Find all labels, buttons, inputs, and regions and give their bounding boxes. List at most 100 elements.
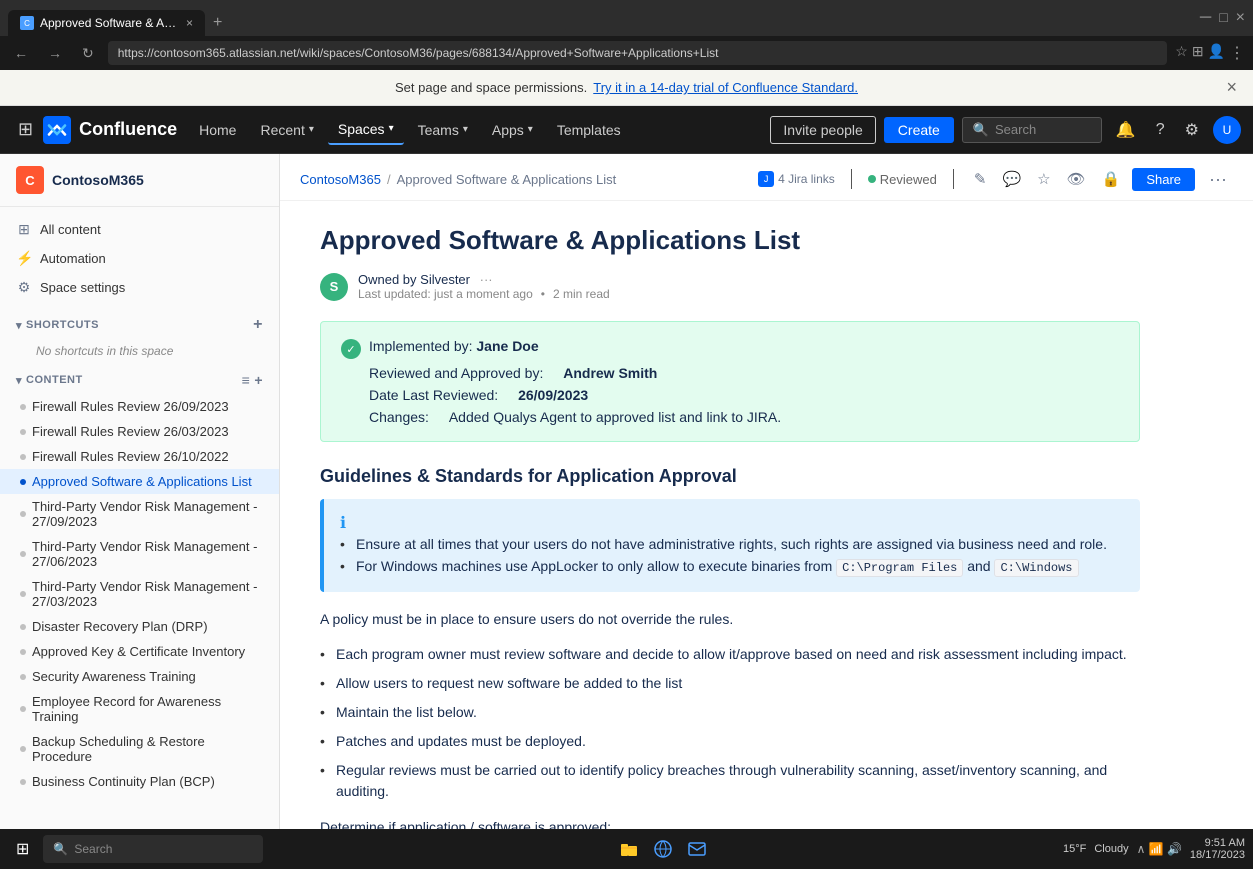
taskbar-browser[interactable] <box>647 833 679 865</box>
close-window-button[interactable]: × <box>1236 9 1245 27</box>
tree-item-backup-scheduling[interactable]: Backup Scheduling & Restore Procedure <box>0 729 279 769</box>
maximize-button[interactable]: □ <box>1219 9 1227 27</box>
info-box: ✓ Implemented by: Jane Doe Reviewed and … <box>320 321 1140 442</box>
content-label: CONTENT <box>26 374 83 386</box>
notification-close-button[interactable]: × <box>1226 77 1237 98</box>
tree-item-firewall-3[interactable]: Firewall Rules Review 26/10/2022 <box>0 444 279 469</box>
restriction-icon[interactable]: 🔒 <box>1098 166 1125 192</box>
jira-icon: J <box>758 171 774 187</box>
breadcrumb-current-page: Approved Software & Applications List <box>397 172 617 187</box>
content-add-icon[interactable]: + <box>254 372 263 388</box>
new-tab-button[interactable]: + <box>205 10 230 36</box>
breadcrumb-divider-2 <box>953 169 954 189</box>
nav-recent[interactable]: Recent ▾ <box>250 116 323 144</box>
content-toggle-icon[interactable]: ▾ <box>16 374 22 387</box>
author-meta: Last updated: just a moment ago • 2 min … <box>358 287 610 301</box>
nav-apps[interactable]: Apps ▾ <box>482 116 543 144</box>
tree-item-security-training[interactable]: Security Awareness Training <box>0 664 279 689</box>
nav-teams[interactable]: Teams ▾ <box>408 116 478 144</box>
tree-dot-active <box>20 479 26 485</box>
reviewed-by-label: Reviewed and Approved by: <box>369 365 543 381</box>
breadcrumb-separator: / <box>387 172 391 187</box>
watch-icon[interactable]: 👁 <box>1063 166 1090 192</box>
share-button[interactable]: Share <box>1132 168 1195 191</box>
tree-item-cert-inventory[interactable]: Approved Key & Certificate Inventory <box>0 639 279 664</box>
tree-item-vendor-2[interactable]: Third-Party Vendor Risk Management - 27/… <box>0 534 279 574</box>
clock-time: 9:51 AM <box>1190 837 1245 849</box>
sidebar: C ContosoM365 ⊞ All content ⚡ Automation… <box>0 154 280 829</box>
sidebar-item-space-settings[interactable]: ⚙ Space settings <box>0 273 279 302</box>
reviewed-dot <box>868 175 876 183</box>
jira-links[interactable]: J 4 Jira links <box>758 171 835 187</box>
tree-item-label: Approved Software & Applications List <box>32 474 252 489</box>
nav-spaces[interactable]: Spaces ▾ <box>328 115 404 145</box>
apps-label: Apps <box>492 122 524 138</box>
forward-button[interactable]: → <box>42 41 68 65</box>
date-label: Date Last Reviewed: <box>369 387 498 403</box>
user-avatar[interactable]: U <box>1213 116 1241 144</box>
shortcuts-header: ▾ SHORTCUTS + <box>0 310 279 340</box>
author-more-button[interactable]: ··· <box>480 272 493 287</box>
tree-item-vendor-3[interactable]: Third-Party Vendor Risk Management - 27/… <box>0 574 279 614</box>
content-area: ContosoM365 / Approved Software & Applic… <box>280 154 1253 829</box>
active-tab[interactable]: C Approved Software & Applicatio... × <box>8 10 205 36</box>
reload-button[interactable]: ↻ <box>76 41 100 66</box>
start-button[interactable]: ⊞ <box>8 835 37 863</box>
star-icon[interactable]: ☆ <box>1033 166 1054 192</box>
tree-item-firewall-1[interactable]: Firewall Rules Review 26/09/2023 <box>0 394 279 419</box>
settings-icon[interactable]: ⚙ <box>1179 114 1205 146</box>
search-box[interactable]: 🔍 Search <box>962 117 1102 143</box>
taskbar-search-box[interactable]: 🔍 Search <box>43 835 263 863</box>
back-button[interactable]: ← <box>8 41 34 65</box>
comment-icon[interactable]: 💬 <box>998 166 1025 192</box>
profile-icon[interactable]: 👤 <box>1208 43 1225 63</box>
weather-label: Cloudy <box>1094 843 1128 855</box>
tab-close-button[interactable]: × <box>186 16 193 30</box>
tree-dot <box>20 404 26 410</box>
tree-item-employee-record[interactable]: Employee Record for Awareness Training <box>0 689 279 729</box>
create-button[interactable]: Create <box>884 117 954 143</box>
tree-item-approved-software[interactable]: Approved Software & Applications List <box>0 469 279 494</box>
owned-by-label: Owned by Silvester <box>358 272 470 287</box>
nav-templates[interactable]: Templates <box>547 116 631 144</box>
callout-box: ℹ Ensure at all times that your users do… <box>320 499 1140 592</box>
content-filter-icon[interactable]: ≡ <box>242 372 251 388</box>
add-shortcut-button[interactable]: + <box>253 316 263 334</box>
shortcuts-toggle-icon[interactable]: ▾ <box>16 319 22 332</box>
space-header[interactable]: C ContosoM365 <box>0 154 279 207</box>
taskbar-mail[interactable] <box>681 833 713 865</box>
help-icon[interactable]: ? <box>1150 115 1171 145</box>
edit-icon[interactable]: ✎ <box>970 166 991 192</box>
tree-dot <box>20 746 26 752</box>
more-actions-button[interactable]: ··· <box>1203 167 1233 192</box>
check-icon: ✓ <box>341 339 361 359</box>
bookmark-icon[interactable]: ☆ <box>1175 43 1188 63</box>
tree-item-bcp[interactable]: Business Continuity Plan (BCP) <box>0 769 279 794</box>
extensions-icon[interactable]: ⊞ <box>1192 43 1204 63</box>
policy-bullet-2: Allow users to request new software be a… <box>320 669 1140 698</box>
browser-nav: ← → ↻ ☆ ⊞ 👤 ⋮ <box>0 36 1253 70</box>
address-bar[interactable] <box>108 41 1168 65</box>
grid-icon[interactable]: ⊞ <box>12 113 39 146</box>
sidebar-main-nav: ⊞ All content ⚡ Automation ⚙ Space setti… <box>0 207 279 310</box>
bell-icon[interactable]: 🔔 <box>1110 114 1142 146</box>
sidebar-item-automation[interactable]: ⚡ Automation <box>0 244 279 273</box>
menu-icon[interactable]: ⋮ <box>1229 43 1245 63</box>
confluence-logo[interactable]: Confluence <box>43 116 177 144</box>
taskbar-left: ⊞ 🔍 Search <box>8 835 263 863</box>
taskbar-search-icon: 🔍 <box>53 842 68 856</box>
tree-item-label: Firewall Rules Review 26/09/2023 <box>32 399 229 414</box>
tree-dot <box>20 624 26 630</box>
sidebar-item-all-content[interactable]: ⊞ All content <box>0 215 279 244</box>
breadcrumb-space-link[interactable]: ContosoM365 <box>300 172 381 187</box>
minimize-button[interactable]: ─ <box>1200 9 1211 27</box>
tree-item-drp[interactable]: Disaster Recovery Plan (DRP) <box>0 614 279 639</box>
callout-bullet-1: Ensure at all times that your users do n… <box>340 533 1124 555</box>
invite-people-button[interactable]: Invite people <box>770 116 875 144</box>
tree-item-vendor-1[interactable]: Third-Party Vendor Risk Management - 27/… <box>0 494 279 534</box>
taskbar-file-explorer[interactable] <box>613 833 645 865</box>
notification-link[interactable]: Try it in a 14-day trial of Confluence S… <box>593 80 858 95</box>
nav-home[interactable]: Home <box>189 116 246 144</box>
tree-item-firewall-2[interactable]: Firewall Rules Review 26/03/2023 <box>0 419 279 444</box>
taskbar-icons: ∧ 📶 🔊 <box>1137 842 1182 856</box>
